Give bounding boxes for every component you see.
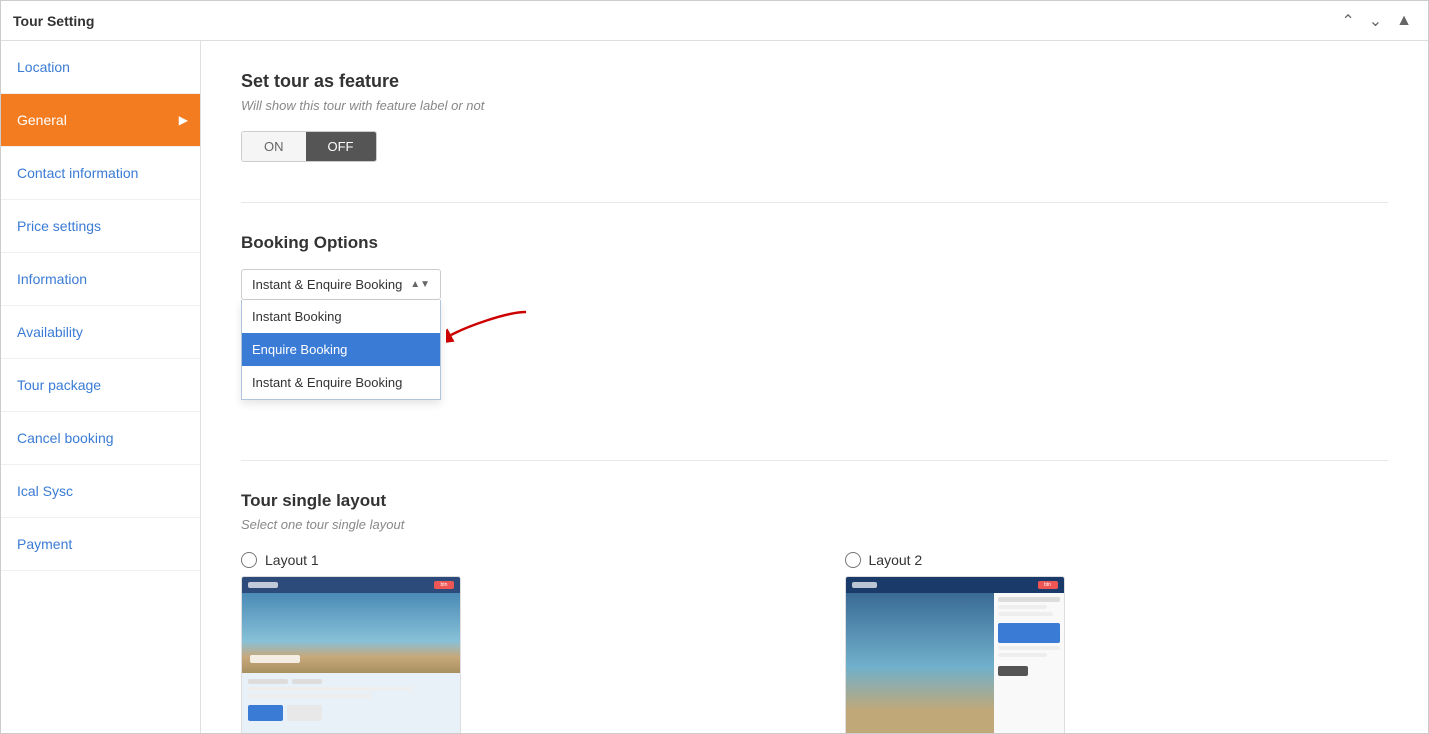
layout-title: Tour single layout — [241, 491, 1388, 511]
dropdown-option-both[interactable]: Instant & Enquire Booking — [242, 366, 440, 399]
layout-2-radio-row: Layout 2 — [845, 552, 1389, 568]
main-content: Set tour as feature Will show this tour … — [201, 41, 1428, 733]
sidebar-item-label: Location — [17, 59, 70, 75]
sidebar-item-payment[interactable]: Payment — [1, 518, 200, 571]
title-bar-controls: ⌃ ⌄ ▲ — [1337, 9, 1416, 33]
feature-toggle: ON OFF — [241, 131, 377, 162]
layout-2-preview: btn — [845, 576, 1065, 733]
sidebar-item-label: Contact information — [17, 165, 138, 181]
booking-title: Booking Options — [241, 233, 1388, 253]
sidebar-item-label: Ical Sysc — [17, 483, 73, 499]
dropdown-option-instant[interactable]: Instant Booking — [242, 300, 440, 333]
booking-section: Booking Options Instant & Enquire Bookin… — [241, 233, 1388, 300]
feature-title: Set tour as feature — [241, 71, 1388, 92]
title-bar-title: Tour Setting — [13, 13, 94, 29]
layout-1-label: Layout 1 — [265, 552, 319, 568]
layout-2-item: Layout 2 btn — [845, 552, 1389, 733]
sidebar-item-contact-information[interactable]: Contact information — [1, 147, 200, 200]
arrow-indicator — [446, 307, 536, 360]
divider-1 — [241, 202, 1388, 203]
expand-button[interactable]: ▲ — [1392, 9, 1416, 33]
sidebar-item-ical-sync[interactable]: Ical Sysc — [1, 465, 200, 518]
chevron-up-button[interactable]: ⌃ — [1337, 9, 1358, 33]
dropdown-arrow-icon: ▲▼ — [410, 279, 430, 290]
sidebar-item-information[interactable]: Information — [1, 253, 200, 306]
sidebar-item-label: Tour package — [17, 377, 101, 393]
sidebar-item-tour-package[interactable]: Tour package — [1, 359, 200, 412]
sidebar-item-label: General — [17, 112, 67, 128]
layout-2-label: Layout 2 — [869, 552, 923, 568]
divider-2 — [241, 460, 1388, 461]
toggle-on-button[interactable]: ON — [242, 132, 306, 161]
toggle-off-button[interactable]: OFF — [306, 132, 376, 161]
layout-1-radio[interactable] — [241, 552, 257, 568]
layout-section: Tour single layout Select one tour singl… — [241, 491, 1388, 733]
app-window: Tour Setting ⌃ ⌄ ▲ Location General Cont… — [0, 0, 1429, 734]
feature-description: Will show this tour with feature label o… — [241, 98, 1388, 113]
layout-1-radio-row: Layout 1 — [241, 552, 785, 568]
sidebar-item-label: Price settings — [17, 218, 101, 234]
main-layout: Location General Contact information Pri… — [1, 41, 1428, 733]
sidebar-item-label: Cancel booking — [17, 430, 114, 446]
dropdown-option-enquire[interactable]: Enquire Booking — [242, 333, 440, 366]
booking-dropdown-container: Instant & Enquire Booking ▲▼ Instant Boo… — [241, 269, 441, 300]
sidebar-item-cancel-booking[interactable]: Cancel booking — [1, 412, 200, 465]
sidebar-item-label: Information — [17, 271, 87, 287]
dropdown-selected-value: Instant & Enquire Booking — [252, 277, 406, 292]
sidebar-item-label: Availability — [17, 324, 83, 340]
sidebar-item-location[interactable]: Location — [1, 41, 200, 94]
title-bar: Tour Setting ⌃ ⌄ ▲ — [1, 1, 1428, 41]
layout-1-preview: btn — [241, 576, 461, 733]
dropdown-wrapper: Instant & Enquire Booking ▲▼ — [241, 269, 441, 300]
chevron-down-button[interactable]: ⌄ — [1365, 9, 1386, 33]
layouts-grid: Layout 1 btn — [241, 552, 1388, 733]
sidebar-item-availability[interactable]: Availability — [1, 306, 200, 359]
dropdown-trigger[interactable]: Instant & Enquire Booking ▲▼ — [241, 269, 441, 300]
feature-section: Set tour as feature Will show this tour … — [241, 71, 1388, 162]
sidebar-item-label: Payment — [17, 536, 72, 552]
layout-description: Select one tour single layout — [241, 517, 1388, 532]
layout-2-radio[interactable] — [845, 552, 861, 568]
booking-dropdown-menu: Instant Booking Enquire Booking Instant … — [241, 300, 441, 400]
sidebar-item-price-settings[interactable]: Price settings — [1, 200, 200, 253]
layout-1-item: Layout 1 btn — [241, 552, 785, 733]
sidebar: Location General Contact information Pri… — [1, 41, 201, 733]
sidebar-item-general[interactable]: General — [1, 94, 200, 147]
